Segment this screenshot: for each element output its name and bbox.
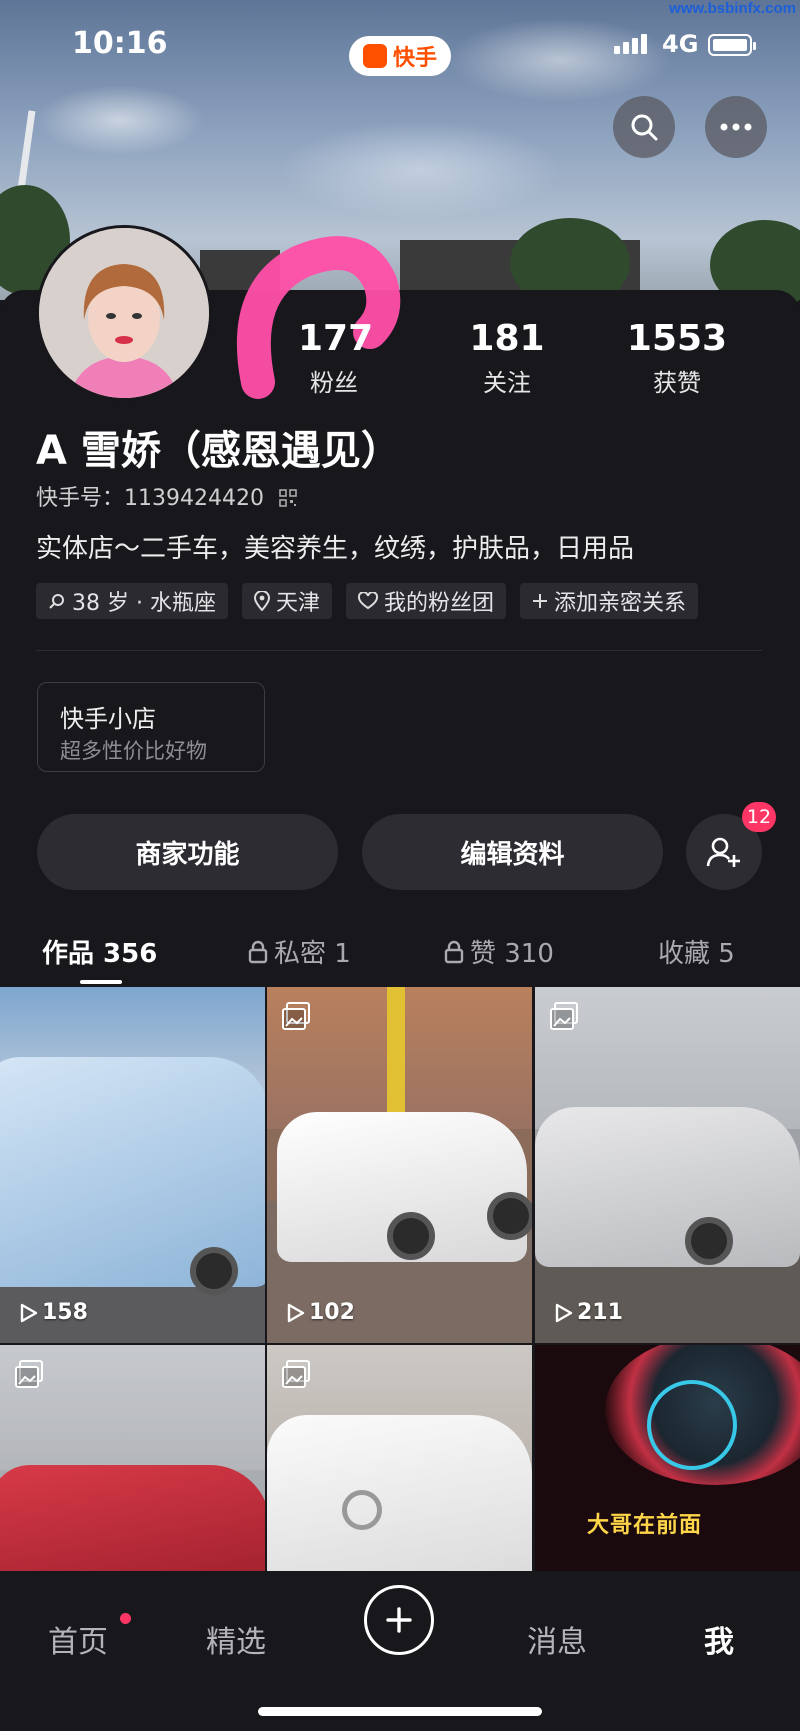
kuaishou-logo-icon	[362, 44, 387, 68]
location-pin-icon	[253, 591, 270, 611]
heart-icon	[357, 592, 378, 610]
status-time: 10:16	[72, 26, 168, 61]
tab-works[interactable]: 作品 356	[42, 933, 157, 970]
more-icon	[720, 123, 752, 131]
divider	[36, 650, 762, 651]
shop-card[interactable]: 快手小店 超多性价比好物	[37, 682, 265, 772]
following-stat[interactable]: 181 关注	[467, 318, 547, 398]
profile-bio: 实体店～二手车，美容养生，纹绣，护肤品，日用品	[36, 534, 635, 564]
likes-label: 获赞	[653, 369, 701, 397]
fan-club-tag[interactable]: 我的粉丝团	[345, 583, 506, 619]
avatar[interactable]	[36, 225, 212, 401]
tab-private-label: 私密 1	[274, 939, 351, 969]
status-bar: 10:16 快手 4G	[0, 22, 800, 76]
tab-favorites-label: 收藏 5	[658, 939, 735, 969]
followers-label: 粉丝	[310, 369, 358, 397]
image-album-icon	[282, 1360, 310, 1388]
friend-request-badge: 12	[742, 802, 776, 832]
kuaishou-id-row[interactable]: 快手号：1139424420	[36, 480, 297, 512]
add-relationship-tag[interactable]: 添加亲密关系	[520, 583, 699, 619]
nav-messages[interactable]: 消息	[527, 1617, 587, 1661]
more-button[interactable]	[705, 96, 767, 158]
likes-count: 1553	[626, 318, 728, 359]
tab-likes-label: 赞 310	[470, 939, 554, 969]
plus-icon	[386, 1607, 412, 1633]
battery-icon	[708, 34, 756, 56]
app-badge-label: 快手	[392, 46, 437, 71]
image-album-icon	[550, 1002, 578, 1030]
likes-stat[interactable]: 1553 获赞	[624, 318, 730, 398]
search-button[interactable]	[613, 96, 675, 158]
add-friend-icon	[706, 837, 740, 867]
nav-me[interactable]: 我	[704, 1617, 734, 1661]
search-icon	[631, 114, 658, 141]
bottom-nav: 首页 精选 消息 我	[0, 1571, 800, 1731]
play-icon	[20, 1303, 38, 1322]
work-thumbnail[interactable]	[267, 1345, 532, 1572]
age-tag[interactable]: 38 岁 · 水瓶座	[36, 583, 228, 619]
play-count: 211	[555, 1300, 623, 1325]
work-thumbnail[interactable]: 158	[0, 987, 265, 1343]
location-tag[interactable]: 天津	[241, 583, 332, 619]
followers-stat[interactable]: 177 粉丝	[298, 318, 374, 398]
work-thumbnail[interactable]: 211	[535, 987, 800, 1343]
work-thumbnail[interactable]: 大哥在前面	[535, 1345, 800, 1572]
age-tag-label: 38 岁 · 水瓶座	[72, 591, 216, 616]
following-count: 181	[469, 318, 545, 359]
image-album-icon	[282, 1002, 310, 1030]
work-thumbnail[interactable]: 102	[267, 987, 532, 1343]
nav-featured[interactable]: 精选	[206, 1617, 266, 1661]
home-indicator	[258, 1707, 542, 1716]
edit-profile-button[interactable]: 编辑资料	[362, 814, 663, 890]
location-tag-label: 天津	[275, 591, 320, 616]
qr-code-icon	[279, 489, 297, 507]
app-badge[interactable]: 快手	[349, 36, 451, 76]
play-count: 102	[287, 1300, 355, 1325]
notification-dot	[120, 1613, 131, 1624]
fan-club-tag-label: 我的粉丝团	[383, 591, 494, 616]
content-tabs: 作品 356 私密 1 赞 310 收藏 5	[0, 925, 800, 985]
play-count: 158	[20, 1300, 88, 1325]
add-relationship-label: 添加亲密关系	[554, 591, 687, 616]
network-type: 4G	[662, 30, 699, 58]
nav-home[interactable]: 首页	[48, 1617, 108, 1661]
play-count-value: 211	[577, 1300, 623, 1325]
create-button[interactable]	[364, 1585, 434, 1655]
play-count-value: 102	[309, 1300, 355, 1325]
lock-icon	[248, 940, 268, 963]
kuaishou-id: 快手号：1139424420	[36, 486, 264, 511]
play-count-value: 158	[42, 1300, 88, 1325]
merchant-button[interactable]: 商家功能	[37, 814, 338, 890]
lock-icon	[444, 940, 464, 963]
tab-favorites[interactable]: 收藏 5	[658, 933, 735, 970]
tab-works-label: 作品 356	[42, 939, 158, 969]
watermark: www.bsbinfx.com	[669, 0, 796, 17]
profile-name: A 雪娇（感恩遇见）	[36, 428, 401, 474]
avatar-portrait	[39, 228, 209, 398]
profile-tags: 38 岁 · 水瓶座 天津 我的粉丝团 添加亲密关系	[36, 583, 699, 619]
video-caption: 大哥在前面	[587, 1513, 703, 1538]
image-album-icon	[15, 1360, 43, 1388]
plus-icon	[533, 594, 547, 608]
shop-title: 快手小店	[60, 705, 156, 733]
tab-private[interactable]: 私密 1	[248, 933, 351, 970]
signal-icon	[614, 34, 647, 54]
tab-likes[interactable]: 赞 310	[444, 933, 554, 970]
work-thumbnail[interactable]	[0, 1345, 265, 1572]
play-icon	[555, 1303, 573, 1322]
gender-icon	[49, 594, 64, 609]
followers-count: 177	[298, 318, 374, 359]
shop-subtitle: 超多性价比好物	[60, 739, 207, 763]
following-label: 关注	[483, 369, 531, 397]
play-icon	[287, 1303, 305, 1322]
active-tab-indicator	[80, 980, 122, 984]
